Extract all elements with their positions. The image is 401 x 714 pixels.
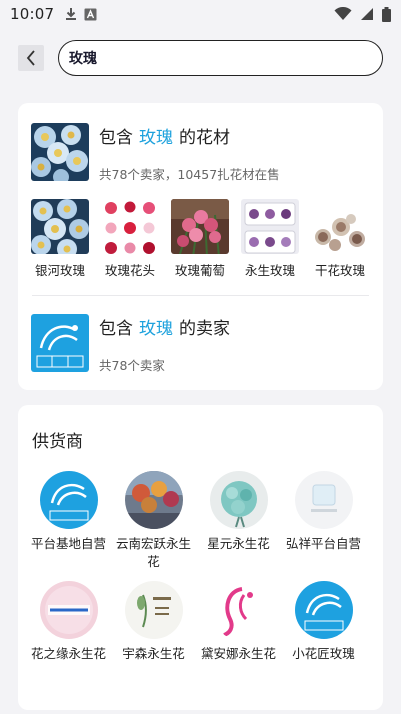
material-item[interactable]: 玫瑰葡萄 [170, 199, 230, 279]
search-box[interactable] [58, 40, 383, 76]
results-card: 包含 玫瑰 的花材 共78个卖家，10457扎花材在售 银河玫瑰 玫瑰花头 玫瑰… [18, 103, 383, 390]
supplier-name: 小花匠玫瑰 [292, 646, 355, 661]
materials-summary: 共78个卖家，10457扎花材在售 [99, 167, 280, 182]
battery-icon [382, 6, 391, 22]
supplier-name: 黛安娜永生花 [200, 646, 276, 661]
status-time: 10:07 [10, 5, 55, 23]
app-notification-icon [84, 8, 97, 20]
material-image [171, 199, 229, 254]
supplier-item[interactable]: 宇森永生花 [111, 581, 196, 663]
material-label: 银河玫瑰 [34, 263, 85, 278]
materials-title-prefix: 包含 [99, 128, 133, 148]
search-input[interactable] [69, 50, 382, 66]
material-label: 永生玫瑰 [244, 263, 295, 278]
sellers-title-prefix: 包含 [99, 319, 133, 339]
materials-title-suffix: 的花材 [179, 128, 230, 148]
material-label: 干花玫瑰 [314, 263, 365, 278]
divider [32, 295, 369, 296]
search-row [0, 38, 401, 78]
material-image [311, 199, 369, 254]
supplier-name: 平台基地自营 [30, 536, 106, 551]
supplier-avatar [39, 471, 98, 529]
material-item[interactable]: 银河玫瑰 [30, 199, 90, 279]
supplier-item[interactable]: 星元永生花 [196, 471, 281, 571]
supplier-avatar [294, 581, 353, 639]
supplier-avatar [124, 471, 183, 529]
material-item[interactable]: 干花玫瑰 [310, 199, 370, 279]
material-item[interactable]: 永生玫瑰 [240, 199, 300, 279]
supplier-name: 星元永生花 [207, 536, 270, 551]
chevron-left-icon [26, 50, 35, 66]
supplier-name: 花之缘永生花 [30, 646, 106, 661]
supplier-item[interactable]: 黛安娜永生花 [196, 581, 281, 663]
supplier-avatar [124, 581, 183, 639]
supplier-avatar [39, 581, 98, 639]
sellers-title-suffix: 的卖家 [179, 319, 230, 339]
supplier-name: 宇森永生花 [122, 646, 185, 661]
sellers-logo[interactable] [31, 314, 89, 372]
supplier-avatar [209, 581, 268, 639]
material-label: 玫瑰葡萄 [174, 263, 225, 278]
supplier-avatar [209, 471, 268, 529]
supplier-item[interactable]: 云南宏跃永生花 [111, 471, 196, 571]
material-label: 玫瑰花头 [104, 263, 155, 278]
status-bar: 10:07 [0, 0, 401, 28]
wifi-icon [334, 7, 352, 20]
supplier-item[interactable]: 平台基地自营 [26, 471, 111, 571]
supplier-item[interactable]: 小花匠玫瑰 [281, 581, 366, 663]
supplier-avatar [294, 471, 353, 529]
sellers-title: 包含 玫瑰 的卖家 [99, 314, 230, 339]
supplier-item[interactable]: 弘祥平台自营 [281, 471, 366, 571]
sellers-summary: 共78个卖家 [99, 358, 165, 373]
material-image [241, 199, 299, 254]
materials-title-keyword: 玫瑰 [139, 128, 173, 148]
supplier-name: 云南宏跃永生花 [115, 536, 191, 569]
suppliers-card: 供货商 平台基地自营 云南宏跃永生花 星元永生花 弘祥平台自营 花之缘永生花 宇… [18, 405, 383, 710]
back-button[interactable] [18, 45, 44, 71]
materials-thumbnail[interactable] [31, 123, 89, 181]
material-image [31, 199, 89, 254]
sellers-title-keyword: 玫瑰 [139, 319, 173, 339]
material-item[interactable]: 玫瑰花头 [100, 199, 160, 279]
materials-list: 银河玫瑰 玫瑰花头 玫瑰葡萄 永生玫瑰 干花玫瑰 [30, 199, 375, 279]
materials-title: 包含 玫瑰 的花材 [99, 123, 230, 148]
signal-icon [361, 8, 373, 20]
suppliers-section-title: 供货商 [32, 432, 83, 452]
material-image [101, 199, 159, 254]
download-icon [66, 8, 77, 20]
suppliers-grid: 平台基地自营 云南宏跃永生花 星元永生花 弘祥平台自营 花之缘永生花 宇森永生花… [26, 471, 376, 663]
supplier-name: 弘祥平台自营 [285, 536, 361, 551]
supplier-item[interactable]: 花之缘永生花 [26, 581, 111, 663]
